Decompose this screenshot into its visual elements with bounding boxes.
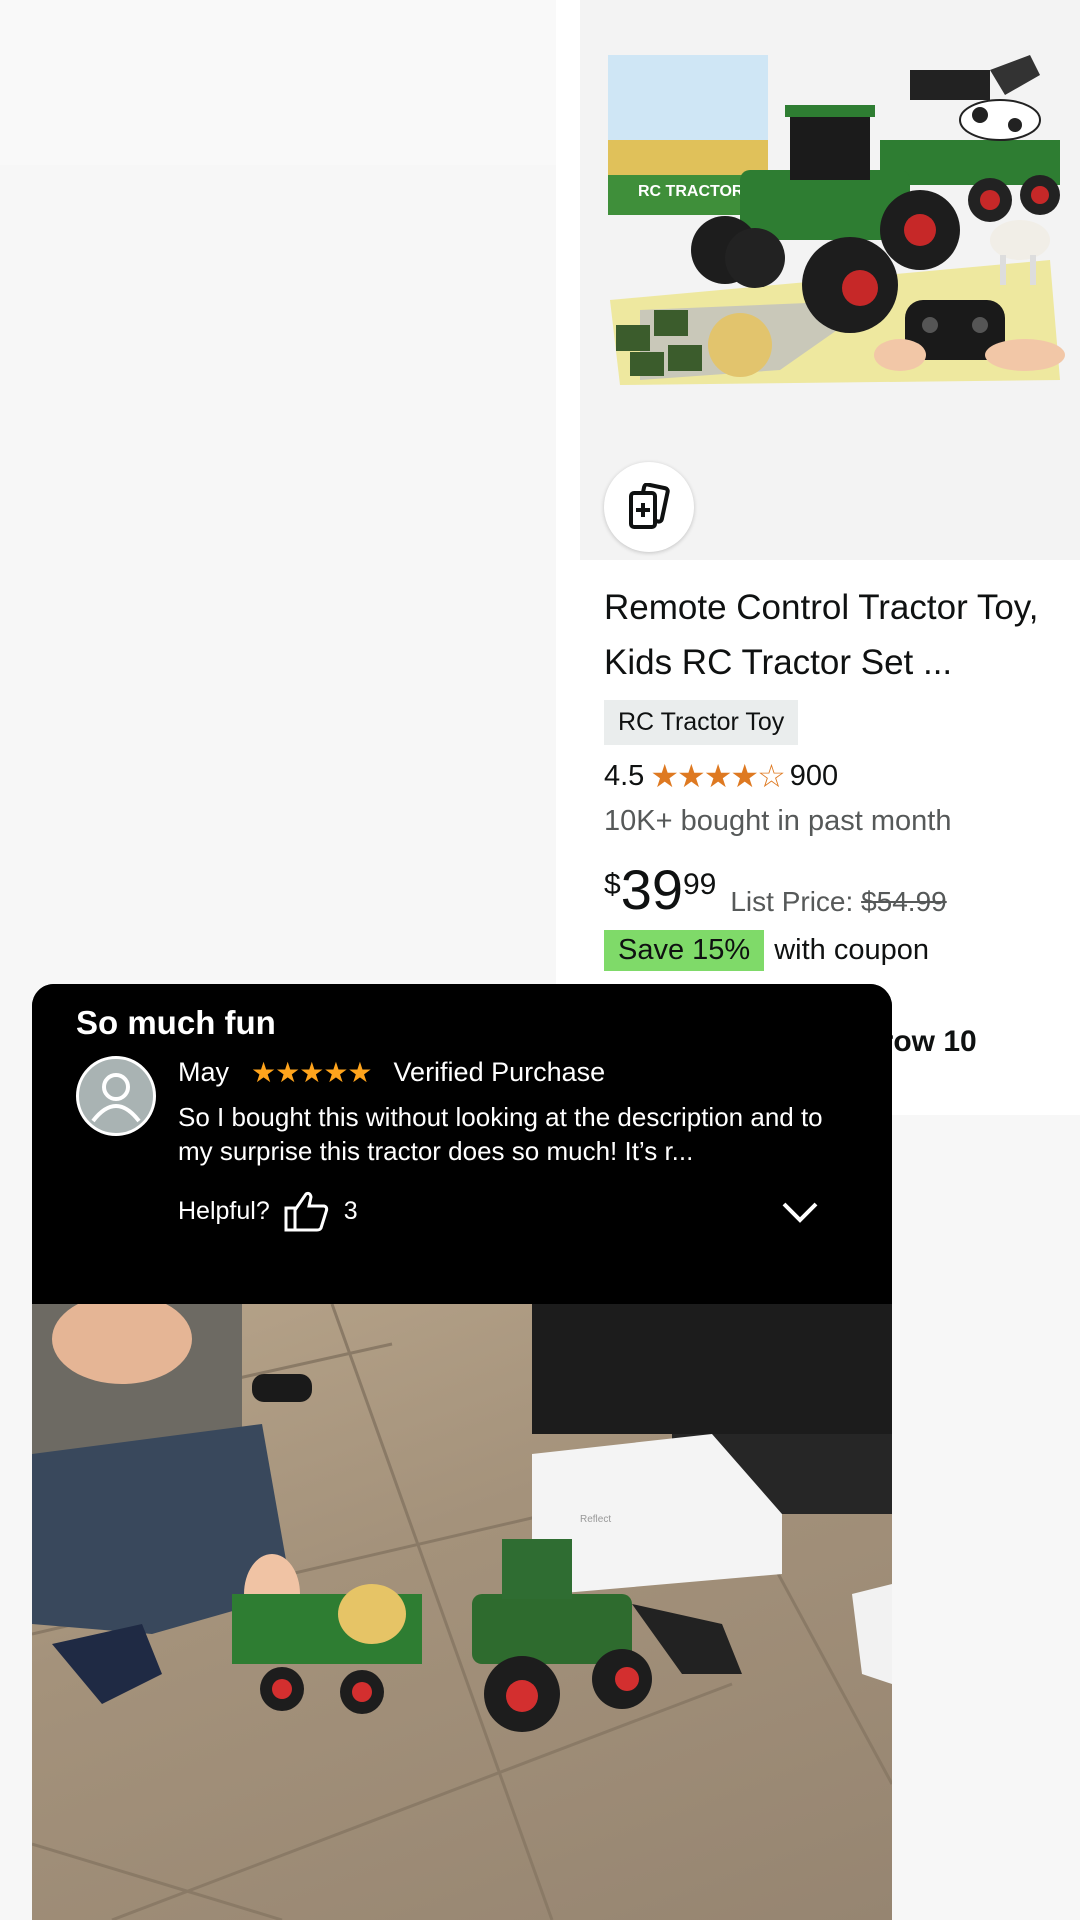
helpful-row: Helpful? 3	[178, 1190, 358, 1232]
coupon-text: with coupon	[774, 934, 929, 966]
left-card-image	[0, 0, 556, 165]
price-fraction: 99	[682, 868, 717, 901]
thumbs-up-icon[interactable]	[284, 1190, 330, 1232]
rating-row[interactable]: 4.5 ★★★★☆ 900	[604, 757, 1064, 795]
price-symbol: $	[604, 868, 621, 901]
price: $ 39 99 List Price: $54.99	[604, 862, 1064, 918]
user-avatar-icon	[76, 1056, 156, 1136]
compare-cards-icon	[629, 483, 670, 529]
package-label: RC TRACTOR	[638, 183, 744, 200]
review-stars-icon: ★★★★★	[251, 1057, 373, 1088]
product-image-svg: RC TRACTOR	[608, 55, 1065, 385]
box-label: Reflect	[580, 1514, 611, 1525]
review-video-frame: Reflect	[32, 1304, 892, 1920]
list-price-value: $54.99	[861, 886, 947, 917]
helpful-label: Helpful?	[178, 1196, 270, 1225]
results-page: RC TRACTOR Remote Control Tractor Toy, K…	[0, 0, 1080, 1920]
price-whole: 39	[620, 858, 683, 921]
chevron-down-icon[interactable]	[780, 1196, 820, 1226]
product-badge: RC Tractor Toy	[604, 700, 799, 745]
rating-count: 900	[789, 759, 839, 792]
product-info: Remote Control Tractor Toy, Kids RC Trac…	[604, 580, 1064, 971]
rating-value: 4.5	[604, 759, 645, 792]
review-video-overlay[interactable]: So much fun May ★★★★★ Verified Purchase …	[32, 984, 892, 1920]
review-text[interactable]: So I bought this without looking at the …	[178, 1100, 858, 1168]
reviewer-row: May ★★★★★ Verified Purchase	[178, 1056, 605, 1089]
rating-stars-icon: ★★★★☆	[650, 758, 785, 794]
coupon-badge: Save 15%	[604, 930, 765, 971]
coupon-row[interactable]: Save 15% with coupon	[604, 930, 1064, 971]
helpful-count: 3	[343, 1196, 358, 1225]
product-image[interactable]: RC TRACTOR	[580, 0, 1080, 560]
review-video[interactable]: Reflect	[32, 1304, 892, 1920]
compare-button[interactable]	[604, 462, 694, 552]
product-title[interactable]: Remote Control Tractor Toy, Kids RC Trac…	[604, 580, 1064, 690]
product-card[interactable]: RC TRACTOR Remote Control Tractor Toy, K…	[580, 0, 1080, 1115]
list-price: List Price: $54.99	[730, 886, 946, 918]
verified-purchase: Verified Purchase	[393, 1057, 606, 1087]
list-price-label: List Price:	[730, 886, 854, 917]
bought-count: 10K+ bought in past month	[604, 805, 952, 837]
reviewer-name: May	[178, 1057, 230, 1087]
review-panel: So much fun May ★★★★★ Verified Purchase …	[32, 984, 892, 1304]
review-title: So much fun	[76, 1004, 276, 1041]
